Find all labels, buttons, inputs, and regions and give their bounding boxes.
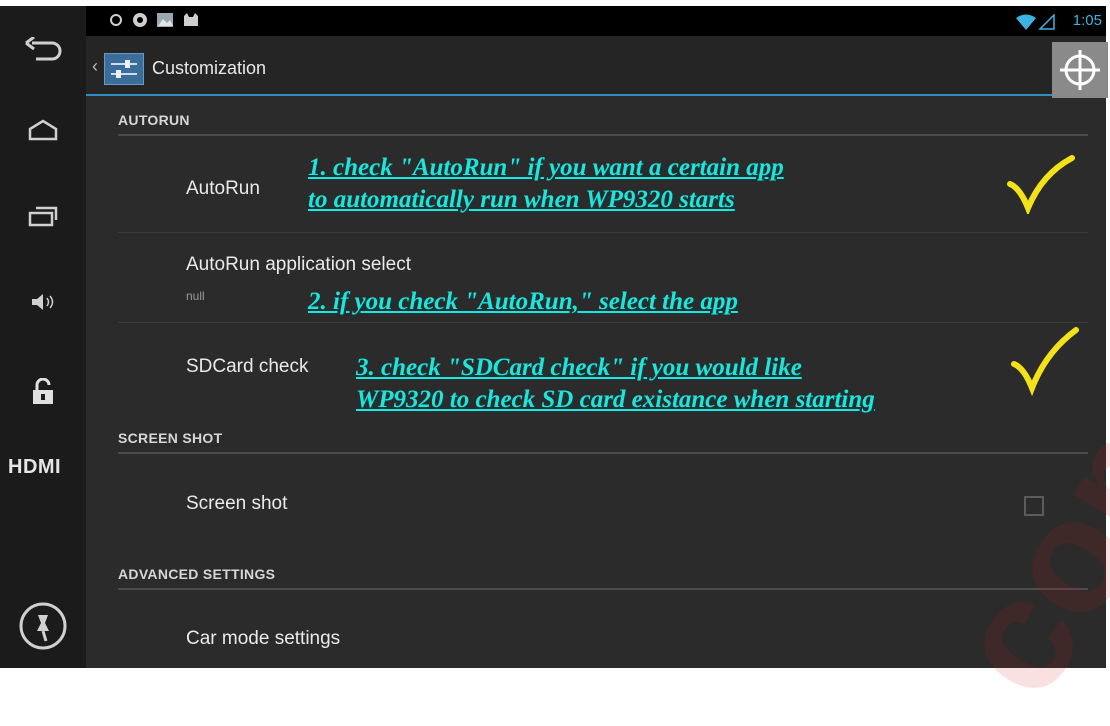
page-title: Customization — [152, 58, 267, 78]
annotation-1-line2: to automatically run when WP9320 starts — [308, 186, 735, 213]
home-button[interactable] — [0, 110, 86, 150]
sliders-icon — [111, 60, 137, 78]
clock: 1:05 — [1072, 12, 1102, 29]
divider — [118, 232, 1088, 233]
android-circle-icon — [133, 13, 147, 27]
annotation-1: 1. check "AutoRun" if you want a certain… — [308, 152, 784, 216]
annotation-2-line1: 2. if you check "AutoRun," select the ap… — [308, 288, 738, 315]
annotation-3-line1: 3. check "SDCard check" if you would lik… — [356, 354, 802, 381]
status-bar: 1:05 — [86, 6, 1106, 36]
annotation-2: 2. if you check "AutoRun," select the ap… — [308, 286, 738, 318]
unlock-icon — [33, 378, 53, 404]
crosshair-icon — [1060, 50, 1100, 90]
volume-button[interactable] — [0, 282, 86, 322]
settings-app-icon[interactable] — [104, 53, 144, 85]
annotation-3: 3. check "SDCard check" if you would lik… — [356, 352, 875, 416]
checkmark-icon — [1007, 155, 1075, 214]
annotation-1-line1: 1. check "AutoRun" if you want a certain… — [308, 154, 784, 181]
pin-button[interactable] — [0, 596, 86, 656]
recent-apps-icon — [28, 206, 58, 227]
notification-icons — [108, 12, 200, 28]
sync-icon — [110, 14, 122, 26]
volume-icon — [32, 294, 54, 310]
action-bar: ‹ Customization — [86, 36, 1108, 98]
recent-apps-button[interactable] — [0, 196, 86, 236]
watermark: com — [917, 350, 1110, 725]
gallery-icon — [157, 13, 173, 27]
back-button[interactable] — [0, 30, 86, 70]
crosshair-button[interactable] — [1052, 42, 1108, 98]
cat-icon — [184, 13, 198, 26]
home-icon — [28, 119, 58, 141]
section-header-autorun: AUTORUN — [118, 106, 1088, 136]
wifi-icon — [1016, 14, 1055, 30]
divider — [118, 322, 1088, 323]
up-chevron-icon[interactable]: ‹ — [92, 56, 98, 77]
section-header-screen-shot: SCREEN SHOT — [118, 424, 1088, 454]
pin-icon — [19, 602, 67, 650]
screenshot-frame: HDMI 1:05 ‹ Customization AUTORUN AutoRu… — [0, 0, 1110, 725]
device-screen: 1:05 ‹ Customization AUTORUN AutoRun Aut… — [86, 6, 1110, 725]
hdmi-label: HDMI — [8, 455, 62, 478]
lock-button[interactable] — [0, 372, 86, 412]
back-icon — [25, 37, 62, 61]
pref-autorun-app-select-summary: null — [186, 289, 205, 303]
pref-screen-shot-label: Screen shot — [186, 493, 288, 514]
navigation-rail: HDMI — [0, 6, 86, 668]
pref-sdcard-check-label: SDCard check — [186, 356, 309, 377]
pref-autorun-app-select-label: AutoRun application select — [186, 254, 411, 275]
pref-car-mode-settings-label: Car mode settings — [186, 628, 341, 649]
hdmi-button[interactable]: HDMI — [0, 452, 94, 482]
annotation-3-line2: WP9320 to check SD card existance when s… — [356, 386, 875, 413]
pref-autorun-label: AutoRun — [186, 178, 260, 199]
